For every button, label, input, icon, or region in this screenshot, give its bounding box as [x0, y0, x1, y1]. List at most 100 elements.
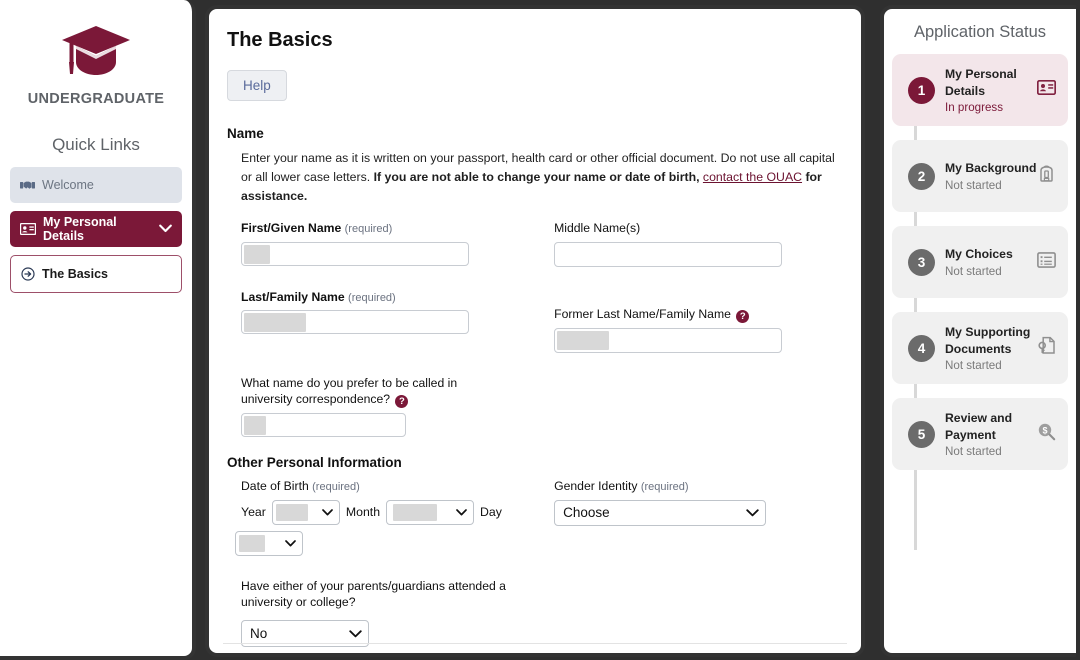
help-icon[interactable]: ? — [395, 395, 409, 409]
sidebar-item-label: The Basics — [42, 267, 109, 281]
step-name: My Background — [945, 161, 1037, 176]
step-text: My Supporting Documents Not started — [945, 324, 1037, 371]
step-status: Not started — [945, 444, 1002, 458]
first-name-input[interactable] — [241, 241, 469, 266]
app-root: UNDERGRADUATE Quick Links Welcome My Per… — [0, 0, 1080, 660]
middle-name-input[interactable] — [554, 241, 783, 267]
parents-value: No — [250, 625, 268, 641]
parents-question-label: Have either of your parents/guardians at… — [241, 578, 506, 610]
name-form-grid: First/Given Name (required) Middle Name(… — [241, 220, 843, 438]
sidebar-item-label: Welcome — [42, 178, 94, 192]
step-number-badge: 3 — [908, 248, 935, 276]
step-status: In progress — [945, 100, 1003, 114]
first-name-label-text: First/Given Name — [241, 221, 342, 236]
day-label: Day — [480, 505, 502, 520]
middle-name-field-group: Middle Name(s) — [554, 220, 843, 267]
form-row-1: First/Given Name (required) Middle Name(… — [241, 220, 843, 267]
svg-text:$: $ — [1042, 425, 1047, 435]
status-step-my-personal-details[interactable]: 1 My Personal Details In progress — [892, 54, 1068, 126]
status-step-my-choices[interactable]: 3 My Choices Not started — [892, 226, 1068, 298]
month-select[interactable] — [386, 499, 475, 525]
preferred-name-input[interactable] — [241, 413, 406, 438]
day-select[interactable] — [235, 530, 303, 556]
chevron-down-icon — [746, 505, 759, 520]
other-info-heading: Other Personal Information — [227, 455, 402, 471]
former-last-name-input[interactable] — [554, 327, 783, 353]
help-icon[interactable]: ? — [736, 309, 750, 323]
former-last-name-field-group: Former Last Name/Family Name ? — [554, 306, 843, 353]
step-status: Not started — [945, 264, 1002, 278]
last-name-input[interactable] — [241, 310, 469, 335]
month-label: Month — [345, 505, 381, 520]
chevron-down-icon[interactable] — [159, 222, 172, 236]
step-text: My Background Not started — [945, 160, 1037, 191]
dob-field-group: Date of Birth (required) Year Month Day — [235, 478, 549, 556]
gender-label: Gender Identity (required) — [554, 478, 843, 495]
status-step-my-background[interactable]: 2 My Background Not started — [892, 140, 1068, 212]
status-steps-list: 1 My Personal Details In progress 2 My B… — [884, 42, 1076, 550]
step-name: My Personal Details — [945, 67, 1017, 98]
help-button[interactable]: Help — [227, 70, 287, 101]
dob-required-tag: (required) — [312, 481, 360, 494]
form-row-3: What name do you prefer to be called in … — [241, 375, 843, 438]
gender-field-group: Gender Identity (required) Choose — [554, 478, 843, 556]
dollar-magnifier-icon: $ — [1037, 422, 1056, 446]
year-label: Year — [241, 505, 266, 520]
gender-label-text: Gender Identity — [554, 479, 638, 494]
step-number-badge: 5 — [908, 420, 935, 448]
step-number-badge: 4 — [908, 334, 935, 362]
first-name-required-tag: (required) — [344, 223, 393, 236]
chevron-down-icon — [349, 626, 362, 641]
quick-links-heading: Quick Links — [52, 135, 140, 154]
step-number-badge: 1 — [908, 76, 935, 104]
circle-arrow-right-icon — [21, 267, 35, 281]
year-select[interactable] — [271, 499, 340, 525]
intro-text-bold1: If you are not able to change your name … — [373, 170, 703, 185]
id-card-icon — [20, 223, 36, 235]
name-section-heading: Name — [227, 126, 264, 141]
parents-field-group: Have either of your parents/guardians at… — [241, 578, 546, 647]
gender-required-tag: (required) — [640, 481, 689, 494]
main-inner: The Basics Help Name Enter your name as … — [209, 9, 861, 653]
document-key-icon — [1037, 336, 1056, 360]
sidebar-item-the-basics[interactable]: The Basics — [10, 255, 182, 293]
step-name: Review and Payment — [945, 411, 1013, 442]
handshake-icon — [20, 179, 35, 191]
redaction-block — [557, 330, 610, 350]
main-content-panel: The Basics Help Name Enter your name as … — [205, 5, 865, 657]
step-number-badge: 2 — [908, 162, 935, 190]
preferred-name-label: What name do you prefer to be called in … — [241, 375, 503, 409]
preferred-name-label-text: What name do you prefer to be called in … — [241, 375, 458, 407]
sidebar-item-welcome[interactable]: Welcome — [10, 167, 182, 203]
last-name-label: Last/Family Name (required) — [241, 289, 549, 306]
gender-value: Choose — [563, 505, 610, 521]
last-name-field-group: Last/Family Name (required) — [241, 289, 549, 353]
redaction-block — [244, 313, 306, 333]
brand-logo — [0, 14, 192, 85]
gender-select[interactable]: Choose — [554, 499, 767, 526]
dob-selects: Year Month Day — [235, 499, 541, 556]
first-name-field-group: First/Given Name (required) — [241, 220, 549, 266]
sidebar-item-content: My Personal Details — [20, 215, 159, 243]
step-status: Not started — [945, 358, 1002, 372]
page-title: The Basics — [227, 29, 333, 51]
left-sidebar: UNDERGRADUATE Quick Links Welcome My Per… — [0, 0, 196, 660]
redaction-block — [239, 534, 265, 552]
list-icon — [1037, 251, 1056, 273]
last-name-label-text: Last/Family Name — [241, 289, 345, 304]
status-panel-title: Application Status — [913, 23, 1047, 41]
redaction-block — [244, 416, 266, 436]
sidebar-item-my-personal-details[interactable]: My Personal Details — [10, 211, 182, 247]
step-status: Not started — [945, 178, 1002, 192]
preferred-name-field-group: What name do you prefer to be called in … — [241, 375, 503, 438]
step-text: Review and Payment Not started — [945, 410, 1037, 457]
status-step-review-and-payment[interactable]: 5 Review and Payment Not started $ — [892, 398, 1068, 470]
former-last-name-label: Former Last Name/Family Name ? — [554, 306, 843, 323]
first-name-label: First/Given Name (required) — [241, 220, 549, 237]
status-step-my-supporting-documents[interactable]: 4 My Supporting Documents Not started — [892, 312, 1068, 384]
chevron-down-icon — [285, 536, 296, 550]
redaction-block — [393, 503, 438, 521]
contact-ouac-link[interactable]: contact the OUAC — [703, 170, 802, 184]
application-status-panel: Application Status 1 My Personal Details… — [880, 5, 1076, 657]
chevron-down-icon — [456, 505, 467, 519]
